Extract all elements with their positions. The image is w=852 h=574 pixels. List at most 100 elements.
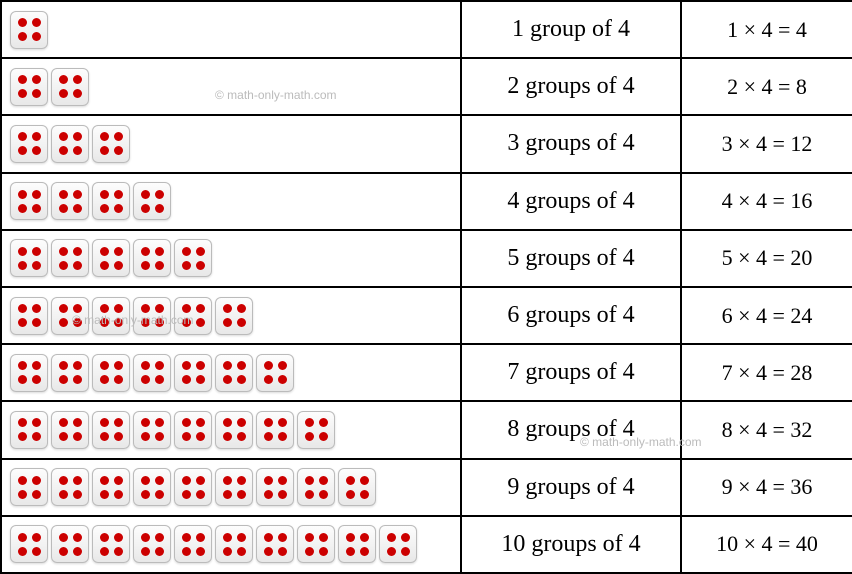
table-row: 3 groups of 43 × 4 = 12 [1,115,852,172]
table-row: 8 groups of 48 × 4 = 32 [1,401,852,458]
die-four-icon [51,468,89,506]
die-four-icon [133,411,171,449]
die-four-icon [338,468,376,506]
multiplication-table-container: 1 group of 41 × 4 = 42 groups of 42 × 4 … [0,0,852,574]
die-four-icon [133,297,171,335]
dice-row [10,411,452,449]
die-four-icon [51,182,89,220]
die-four-icon [133,239,171,277]
die-four-icon [51,354,89,392]
die-four-icon [215,468,253,506]
table-row: 9 groups of 49 × 4 = 36 [1,459,852,516]
group-description: 3 groups of 4 [461,115,681,172]
group-description: 4 groups of 4 [461,173,681,230]
table-row: 6 groups of 46 × 4 = 24 [1,287,852,344]
die-four-icon [51,125,89,163]
table-row: 10 groups of 410 × 4 = 40 [1,516,852,573]
die-four-icon [215,354,253,392]
die-four-icon [10,411,48,449]
group-description: 2 groups of 4 [461,58,681,115]
equation: 2 × 4 = 8 [681,58,852,115]
die-four-icon [92,297,130,335]
die-four-icon [92,411,130,449]
dice-cell [1,58,461,115]
die-four-icon [10,68,48,106]
dice-row [10,125,452,163]
group-description: 5 groups of 4 [461,230,681,287]
die-four-icon [51,68,89,106]
die-four-icon [10,11,48,49]
die-four-icon [10,297,48,335]
die-four-icon [10,525,48,563]
die-four-icon [174,239,212,277]
die-four-icon [92,468,130,506]
equation: 3 × 4 = 12 [681,115,852,172]
die-four-icon [10,182,48,220]
die-four-icon [10,468,48,506]
die-four-icon [174,411,212,449]
die-four-icon [174,468,212,506]
die-four-icon [297,468,335,506]
die-four-icon [92,354,130,392]
group-description: 7 groups of 4 [461,344,681,401]
die-four-icon [215,525,253,563]
die-four-icon [133,468,171,506]
die-four-icon [51,239,89,277]
dice-row [10,68,452,106]
die-four-icon [51,297,89,335]
table-row: 5 groups of 45 × 4 = 20 [1,230,852,287]
die-four-icon [256,468,294,506]
group-description: 8 groups of 4 [461,401,681,458]
dice-row [10,239,452,277]
die-four-icon [297,525,335,563]
equation: 7 × 4 = 28 [681,344,852,401]
dice-row [10,297,452,335]
table-row: 4 groups of 44 × 4 = 16 [1,173,852,230]
die-four-icon [92,239,130,277]
group-description: 9 groups of 4 [461,459,681,516]
multiplication-table: 1 group of 41 × 4 = 42 groups of 42 × 4 … [0,0,852,574]
dice-cell [1,1,461,58]
die-four-icon [92,525,130,563]
equation: 4 × 4 = 16 [681,173,852,230]
dice-cell [1,230,461,287]
table-row: 7 groups of 47 × 4 = 28 [1,344,852,401]
dice-cell [1,287,461,344]
die-four-icon [133,525,171,563]
dice-cell [1,115,461,172]
dice-row [10,525,452,563]
dice-row [10,11,452,49]
equation: 8 × 4 = 32 [681,401,852,458]
group-description: 6 groups of 4 [461,287,681,344]
die-four-icon [92,125,130,163]
die-four-icon [256,411,294,449]
die-four-icon [92,182,130,220]
dice-cell [1,173,461,230]
die-four-icon [133,182,171,220]
dice-row [10,182,452,220]
die-four-icon [10,354,48,392]
dice-cell [1,459,461,516]
equation: 9 × 4 = 36 [681,459,852,516]
dice-cell [1,516,461,573]
die-four-icon [215,297,253,335]
equation: 6 × 4 = 24 [681,287,852,344]
group-description: 1 group of 4 [461,1,681,58]
dice-row [10,354,452,392]
table-row: 1 group of 41 × 4 = 4 [1,1,852,58]
table-row: 2 groups of 42 × 4 = 8 [1,58,852,115]
die-four-icon [10,239,48,277]
die-four-icon [379,525,417,563]
die-four-icon [133,354,171,392]
equation: 5 × 4 = 20 [681,230,852,287]
die-four-icon [256,354,294,392]
die-four-icon [297,411,335,449]
equation: 10 × 4 = 40 [681,516,852,573]
die-four-icon [174,354,212,392]
die-four-icon [256,525,294,563]
dice-cell [1,344,461,401]
die-four-icon [174,297,212,335]
dice-row [10,468,452,506]
die-four-icon [51,411,89,449]
die-four-icon [174,525,212,563]
